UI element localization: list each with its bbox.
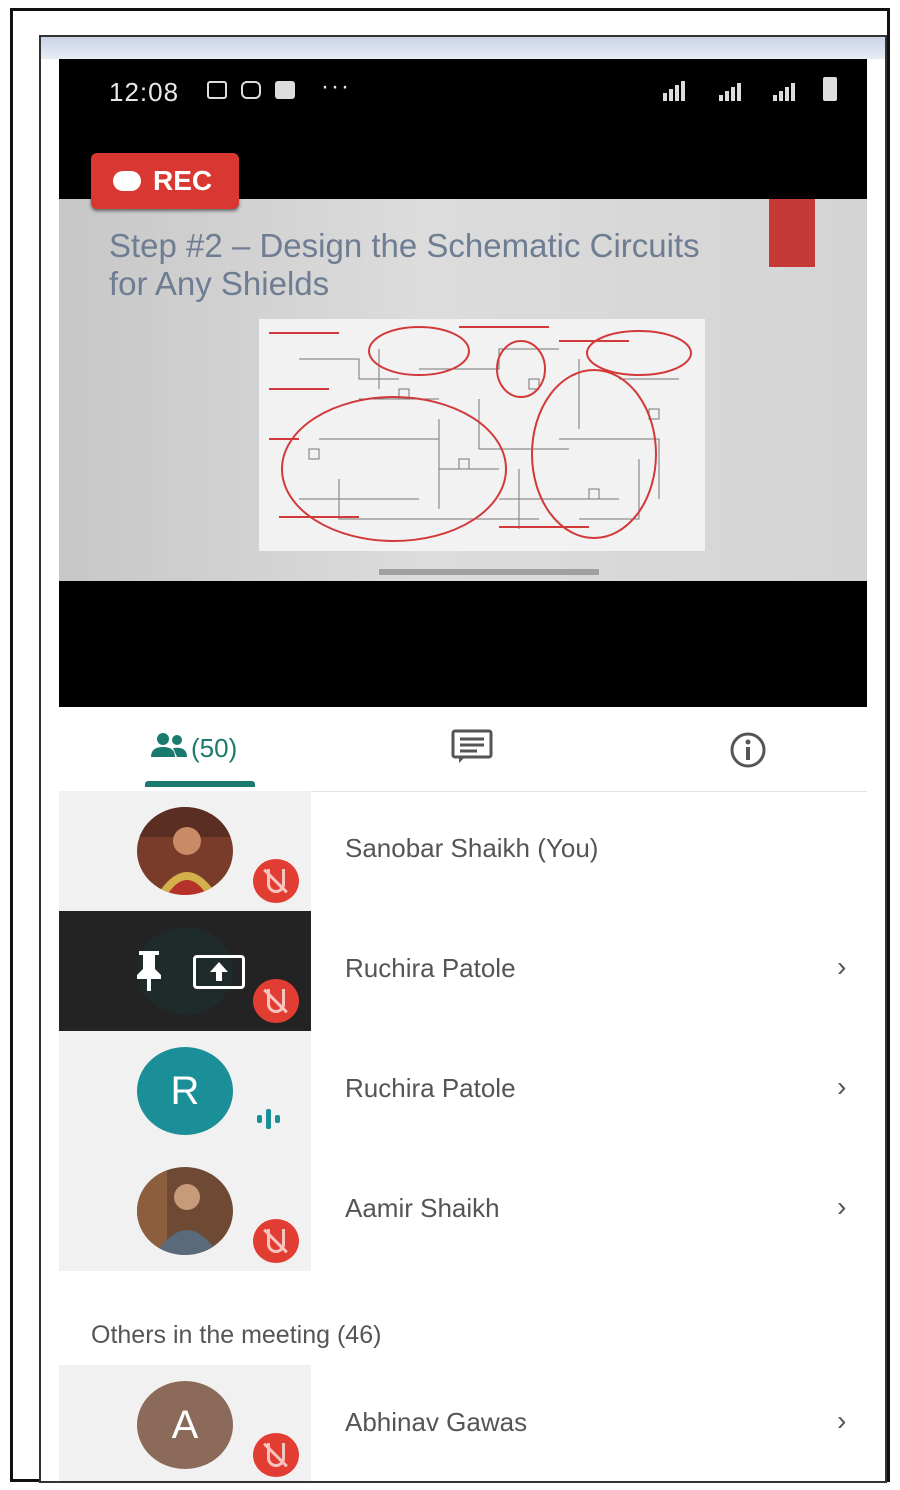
shared-slide: Step #2 – Design the Schematic Circuits … [59,199,867,581]
meeting-video[interactable]: 12:08 ··· Step #2 – Design the Schematic… [59,59,867,707]
others-label: Others in the meeting (46) [91,1321,382,1349]
participant-row[interactable]: R Ruchira Patole › [59,1031,867,1151]
people-icon [151,733,187,757]
avatar-letter: A [171,1403,199,1447]
phone-screen: 12:08 ··· Step #2 – Design the Schematic… [59,59,867,1481]
battery-icon [823,77,837,101]
avatar [137,1167,233,1255]
more-notifications-icon: ··· [321,73,351,100]
participant-row[interactable]: Ruchira Patole › [59,911,867,1031]
participant-tile [59,791,311,911]
people-count: (50) [191,733,238,763]
pin-icon[interactable] [131,949,167,993]
lte-signal-icon [663,79,685,101]
status-bar: 12:08 ··· [59,59,867,119]
schematic-drawing-icon [259,319,705,551]
chevron-right-icon[interactable]: › [837,1405,846,1437]
recording-badge: REC [91,153,239,209]
avatar: R [137,1047,233,1135]
screenshot-inner-frame: 12:08 ··· Step #2 – Design the Schematic… [39,35,887,1483]
mic-off-icon [253,979,299,1023]
tab-info[interactable] [719,707,779,791]
window-edge [41,37,885,59]
user-photo-icon [137,1167,233,1255]
rec-label: REC [153,165,213,196]
participant-name: Ruchira Patole [345,1073,516,1103]
chevron-right-icon[interactable]: › [837,1191,846,1223]
participant-tile: R [59,1031,311,1151]
status-time: 12:08 [109,77,180,107]
user-photo-icon [137,807,233,895]
meeting-tabs: (50) [59,707,867,792]
gallery-icon [207,81,227,99]
signal-strength-2-icon [773,79,795,101]
slide-page-tag [769,199,815,267]
participant-name: Aamir Shaikh [345,1193,500,1223]
avatar: A [137,1381,233,1469]
instagram-icon [241,81,261,99]
record-icon [113,171,141,191]
participant-name: Sanobar Shaikh (You) [345,833,599,863]
info-icon [730,732,766,768]
facebook-icon [275,81,295,99]
participant-name: Abhinav Gawas [345,1407,528,1437]
chevron-right-icon[interactable]: › [837,1071,846,1103]
participant-row[interactable]: A Abhinav Gawas › [59,1365,867,1481]
participant-name: Ruchira Patole [345,953,516,983]
participant-tile [59,1151,311,1271]
others-section-header: Others in the meeting (46) [59,1271,867,1361]
participant-tile: A [59,1365,311,1481]
signal-strength-icon [719,79,741,101]
participant-tile [59,911,311,1031]
presenting-icon [193,955,245,989]
slide-caption [379,569,599,575]
chat-icon [451,729,493,763]
mic-off-icon [253,859,299,903]
tab-people[interactable]: (50) [139,707,259,791]
tab-chat[interactable] [439,707,499,791]
participant-list: Sanobar Shaikh (You) Ruchira Patole › R … [59,791,867,1481]
active-tab-indicator [145,781,255,787]
avatar [137,807,233,895]
schematic-image [259,319,705,551]
chevron-right-icon[interactable]: › [837,951,846,983]
mic-off-icon [253,1433,299,1477]
slide-title: Step #2 – Design the Schematic Circuits … [109,227,700,302]
participant-row[interactable]: Aamir Shaikh › [59,1151,867,1271]
participant-row[interactable]: Sanobar Shaikh (You) [59,791,867,911]
screenshot-outer-frame: 12:08 ··· Step #2 – Design the Schematic… [10,8,890,1483]
avatar-letter: R [170,1069,200,1113]
mic-off-icon [253,1219,299,1263]
speaking-indicator-icon [257,1109,280,1129]
